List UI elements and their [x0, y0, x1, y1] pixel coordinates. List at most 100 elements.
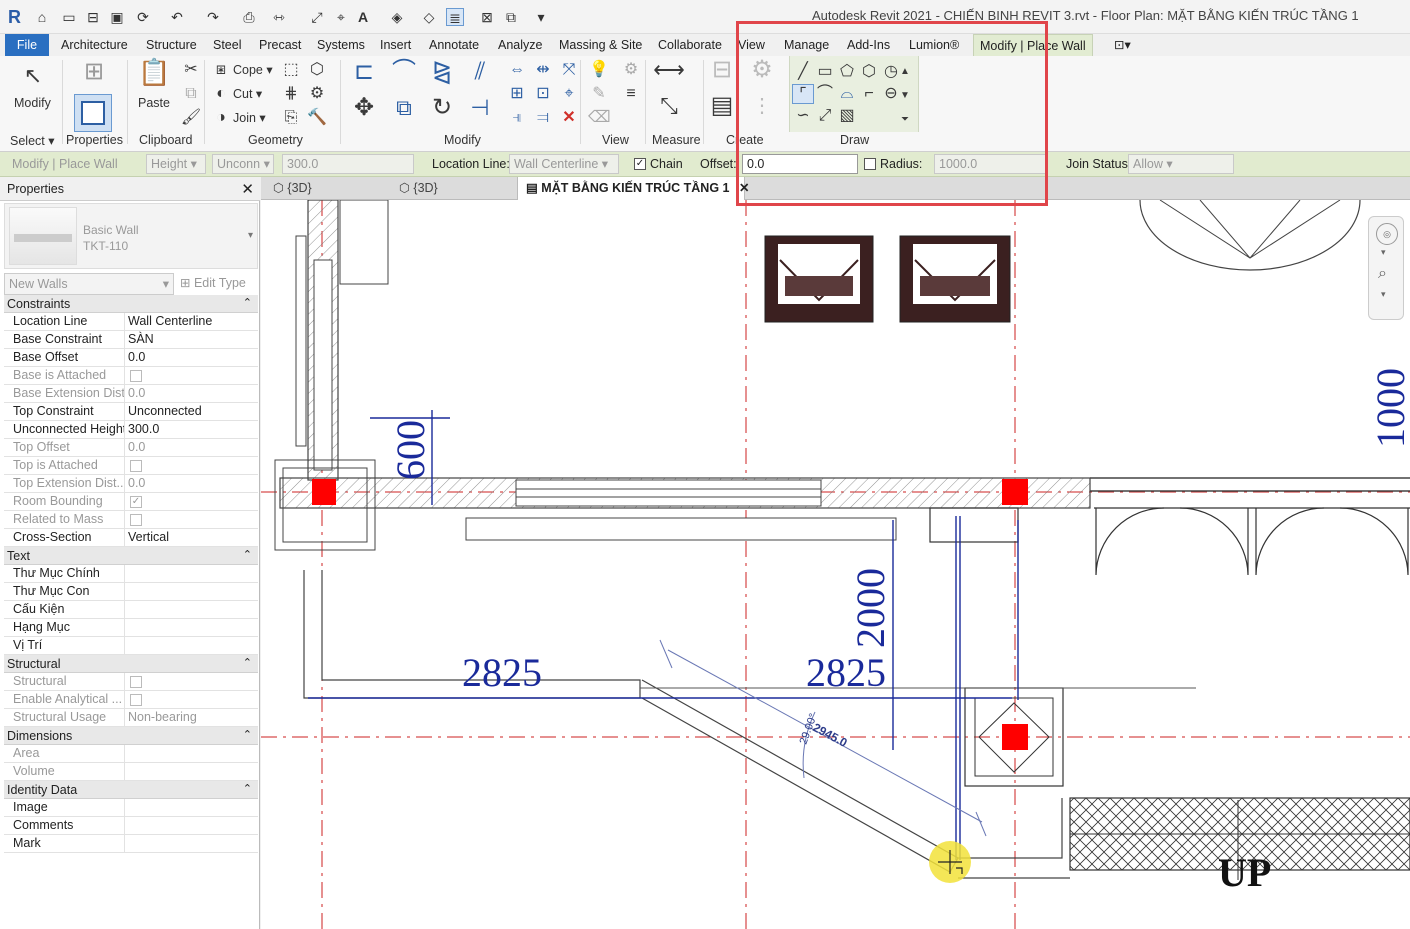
join-status-select[interactable]: Allow ▾ [1128, 154, 1234, 174]
view-tab-3d-2[interactable]: ⬡ {3D} [391, 177, 519, 200]
tab-massing-site[interactable]: Massing & Site [553, 34, 648, 56]
save-icon[interactable]: ▣ [108, 8, 126, 26]
undo-icon[interactable]: ↶ [168, 8, 186, 26]
split-gap-icon[interactable]: ⇹ [532, 60, 554, 80]
dimension-1000[interactable]: 1000 [1368, 368, 1410, 448]
property-row[interactable]: Top Constraint Unconnected [4, 403, 258, 421]
steering-wheel-icon[interactable]: ◎ [1376, 223, 1398, 245]
property-value[interactable] [127, 817, 257, 835]
chevron-down-icon[interactable]: ▾ [248, 230, 253, 241]
property-value[interactable] [127, 565, 257, 583]
radius-input[interactable]: 1000.0 [934, 154, 1048, 174]
join-button[interactable]: Join ▾ [233, 110, 266, 125]
match-properties-icon[interactable]: 🖌 [180, 108, 202, 128]
chevron-down-icon[interactable]: ▾ [1381, 289, 1386, 300]
rotate-icon[interactable]: ↻ [428, 96, 456, 126]
paste-button-label[interactable]: Paste [138, 96, 170, 110]
tab-insert[interactable]: Insert [374, 34, 417, 56]
text-icon[interactable]: A [354, 8, 372, 26]
tab-add-ins[interactable]: Add-Ins [841, 34, 896, 56]
property-value[interactable]: 0.0 [127, 385, 257, 403]
select-panel-dropdown[interactable]: Select ▾ [10, 133, 55, 148]
property-value[interactable] [127, 601, 257, 619]
property-row[interactable]: Room Bounding ✓ [4, 493, 258, 511]
property-row[interactable]: Comments [4, 817, 258, 835]
copy-icon[interactable]: ⧉ [180, 84, 202, 104]
height-value-field[interactable]: 300.0 [282, 154, 414, 174]
property-group-header[interactable]: Dimensions ⌃ [4, 727, 258, 745]
redo-icon[interactable]: ↷ [204, 8, 222, 26]
split-face-icon[interactable]: ⬚ [280, 60, 302, 80]
drawing-canvas[interactable]: UP 2825 2825 600 1000 2000 2945.0 29.00° [261, 200, 1410, 929]
property-value[interactable] [127, 637, 257, 655]
property-value[interactable]: Unconnected [127, 403, 257, 421]
trim-single-icon[interactable]: ⫤ [532, 108, 554, 128]
copy-element-icon[interactable]: ⧉ [390, 97, 418, 126]
offset-icon[interactable]: ⌒ [390, 60, 418, 90]
property-row[interactable]: Base is Attached [4, 367, 258, 385]
property-row[interactable]: Enable Analytical ... [4, 691, 258, 709]
property-row[interactable]: Cross-Section Vertical [4, 529, 258, 547]
property-row[interactable]: Mark [4, 835, 258, 853]
view-tab-floor-plan[interactable]: ▤ MẶT BẰNG KIẾN TRÚC TẦNG 1 ✕ [517, 177, 749, 200]
collapse-icon[interactable]: ⌃ [243, 728, 252, 741]
revit-logo[interactable]: R [8, 7, 21, 28]
property-value[interactable]: Vertical [127, 529, 257, 547]
property-row[interactable]: Structural Usage Non-bearing [4, 709, 258, 727]
property-checkbox[interactable] [130, 460, 142, 472]
property-row[interactable]: Base Extension Dist... 0.0 [4, 385, 258, 403]
mirror-axis-icon[interactable]: ⧎ [428, 60, 456, 90]
cut-scissors-icon[interactable]: ✂ [180, 60, 202, 80]
array-icon[interactable]: ⊞ [506, 84, 528, 104]
join-geometry-icon[interactable]: ◑ [210, 108, 232, 128]
cope-button[interactable]: Cope ▾ [233, 62, 273, 77]
property-value[interactable] [127, 835, 257, 853]
override-icon[interactable]: ⚙ [620, 60, 642, 80]
demolish-icon[interactable]: ⚙ [306, 84, 328, 104]
open-file-icon[interactable]: ⊟ [84, 8, 102, 26]
aligned-dimension-icon[interactable]: ⤢ [308, 8, 326, 26]
door-swings[interactable] [1094, 507, 1410, 576]
collapse-icon[interactable]: ⌃ [243, 548, 252, 561]
draw-inscribed-polygon-icon[interactable]: ⬠ [836, 62, 858, 82]
hide-bulb-icon[interactable]: 💡 [588, 60, 610, 80]
property-row[interactable]: Location Line Wall Centerline [4, 313, 258, 331]
property-row[interactable]: Base Constraint SÀN [4, 331, 258, 349]
cope-icon[interactable]: ⧆ [210, 60, 232, 80]
radius-checkbox[interactable] [864, 158, 876, 170]
tab-annotate[interactable]: Annotate [423, 34, 485, 56]
create-similar-icon[interactable]: ⊟ [708, 58, 736, 88]
property-row[interactable]: Structural [4, 673, 258, 691]
property-value[interactable]: Non-bearing [127, 709, 257, 727]
sync-icon[interactable]: ⟳ [134, 8, 152, 26]
property-row[interactable]: Thư Mục Chính [4, 565, 258, 583]
property-checkbox[interactable]: ✓ [130, 496, 142, 508]
create-parts-icon[interactable]: ▤ [708, 94, 736, 124]
property-row[interactable]: Image [4, 799, 258, 817]
pick-lines-icon[interactable]: ⤢ [814, 106, 836, 126]
offset-input[interactable]: 0.0 [742, 154, 858, 174]
delete-icon[interactable]: ✕ [558, 108, 580, 128]
chevron-down-icon[interactable]: ▾ [1381, 247, 1386, 258]
unpin-icon[interactable]: ⤧ [558, 60, 580, 80]
tab-systems[interactable]: Systems [311, 34, 371, 56]
property-row[interactable]: Thư Mục Con [4, 583, 258, 601]
instance-filter-select[interactable]: New Walls ▾ [4, 273, 174, 295]
property-value[interactable]: 300.0 [127, 421, 257, 439]
ribbon-minimize-icon[interactable]: ⊡▾ [1108, 34, 1137, 56]
property-row[interactable]: Top Extension Dist... 0.0 [4, 475, 258, 493]
linework-icon[interactable]: ✎ [588, 84, 610, 104]
chain-checkbox[interactable]: ✓ [634, 158, 646, 170]
trim-multiple-icon[interactable]: ⫣ [506, 108, 528, 128]
dimension-2000[interactable]: 2000 [848, 568, 893, 648]
close-tab-icon[interactable]: ✕ [739, 181, 749, 195]
tab-view[interactable]: View [732, 34, 771, 56]
top-constraint-select[interactable]: Unconn ▾ [212, 154, 274, 174]
draw-spline-icon[interactable]: ∽ [792, 106, 814, 126]
horizontal-wall[interactable] [274, 459, 1410, 551]
tab-file[interactable]: File [5, 34, 49, 56]
collapse-icon[interactable]: ⌃ [243, 296, 252, 309]
property-checkbox[interactable] [130, 694, 142, 706]
property-checkbox[interactable] [130, 676, 142, 688]
property-row[interactable]: Area [4, 745, 258, 763]
